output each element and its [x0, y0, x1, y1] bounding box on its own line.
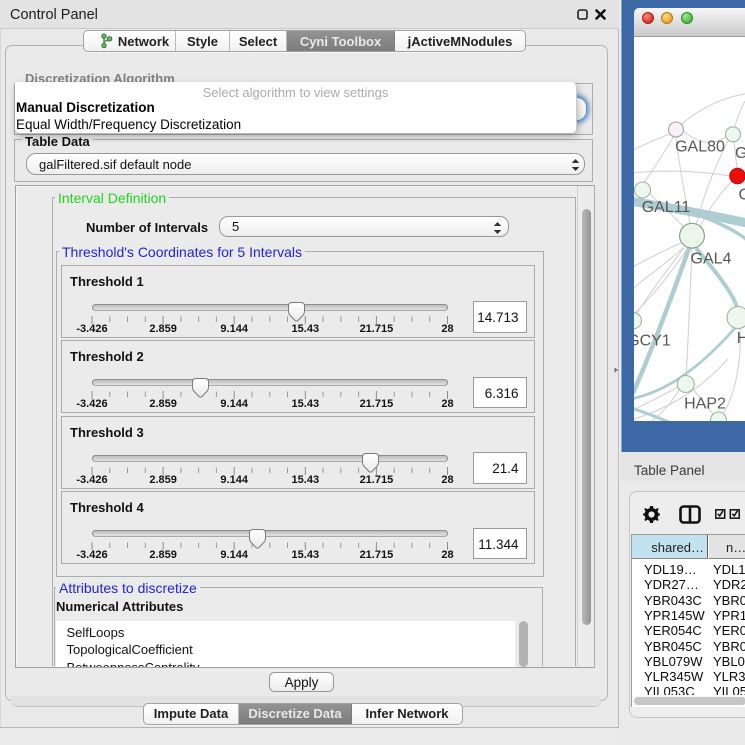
svg-text:GCY1: GCY1	[634, 333, 671, 350]
svg-text:C: C	[739, 187, 745, 204]
svg-text:GAL4: GAL4	[691, 251, 732, 268]
svg-text:GAL11: GAL11	[642, 199, 691, 216]
svg-text:GA: GA	[735, 145, 745, 162]
svg-text:H: H	[737, 330, 745, 347]
svg-text:HAP2: HAP2	[684, 396, 726, 413]
svg-text:GAL80: GAL80	[675, 139, 725, 156]
